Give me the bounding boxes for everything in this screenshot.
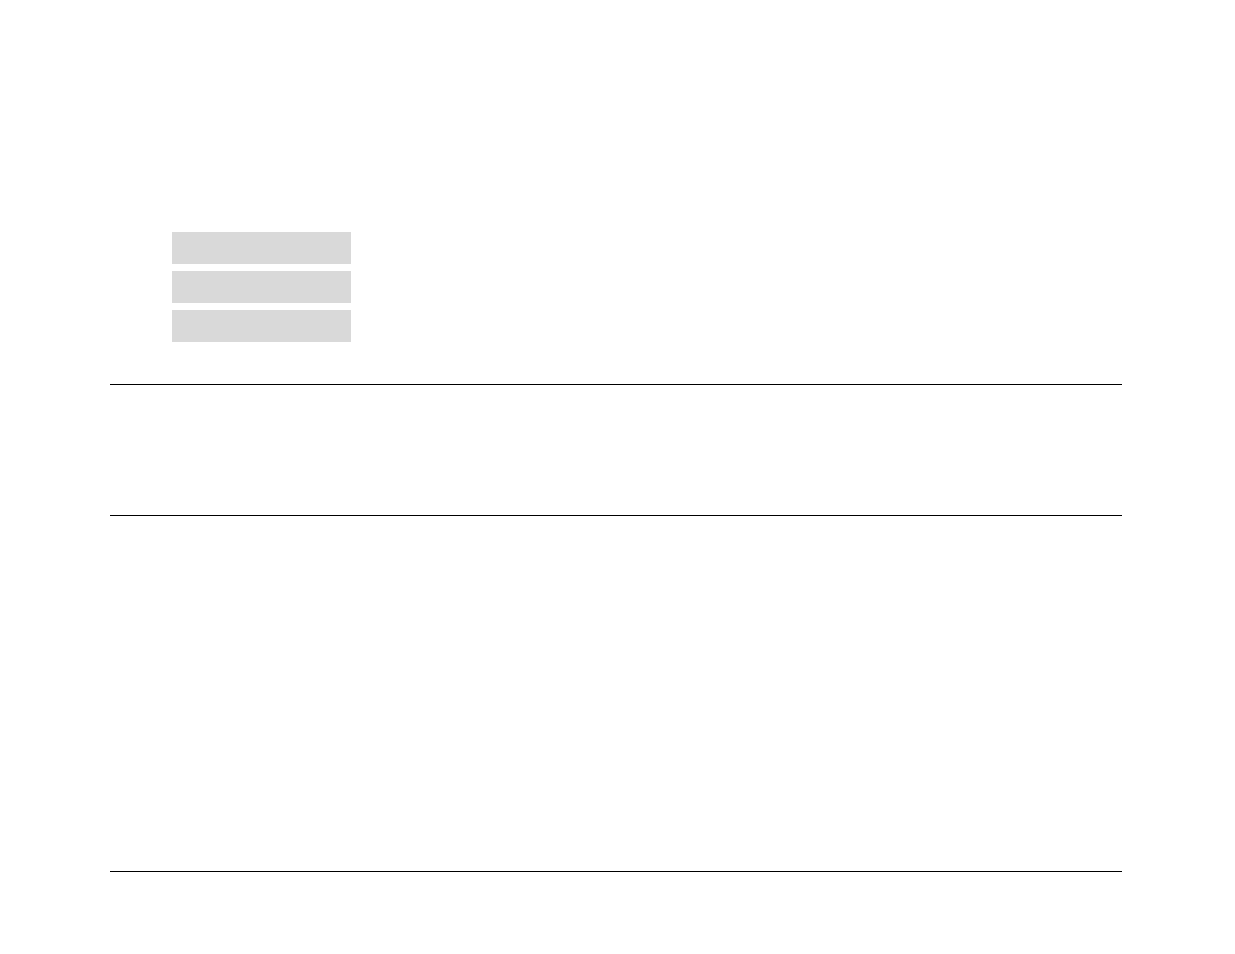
content-container — [110, 0, 1122, 954]
divider — [110, 384, 1122, 385]
placeholder-bar — [172, 310, 351, 342]
placeholder-group — [172, 232, 351, 342]
placeholder-bar — [172, 271, 351, 303]
divider — [110, 515, 1122, 516]
divider — [110, 871, 1122, 872]
placeholder-bar — [172, 232, 351, 264]
